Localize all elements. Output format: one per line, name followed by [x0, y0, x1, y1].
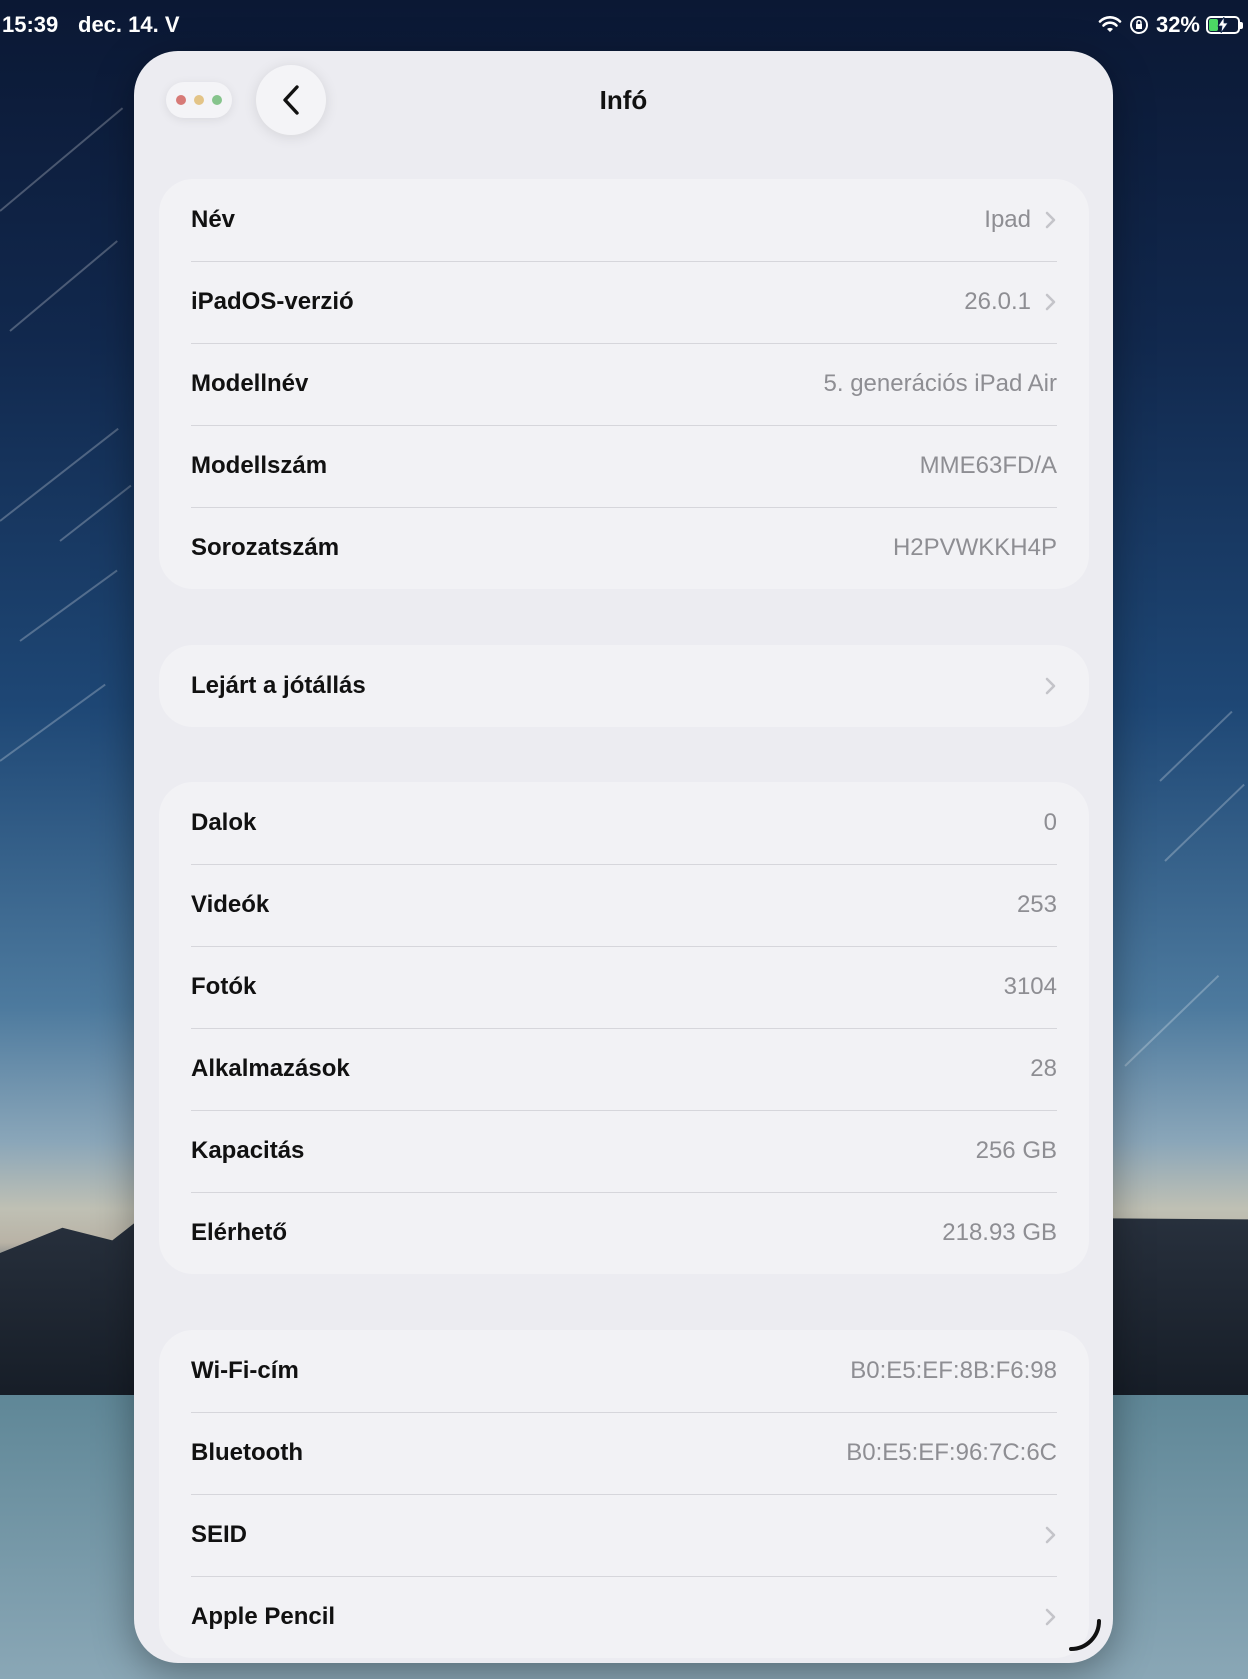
orientation-lock-icon — [1129, 16, 1148, 34]
row-label: Modellszám — [191, 452, 328, 479]
chevron-right-icon — [1045, 211, 1056, 229]
settings-row[interactable]: Kapacitás 256 GB — [159, 1110, 1089, 1192]
row-value: H2PVWKKH4P — [892, 534, 1057, 561]
row-value: B0:E5:EF:96:7C:6C — [846, 1439, 1057, 1466]
row-value: 3104 — [1003, 973, 1057, 1000]
row-label: SEID — [191, 1521, 248, 1548]
settings-row[interactable]: Fotók 3104 — [159, 946, 1089, 1028]
chevron-right-icon — [1045, 677, 1056, 695]
settings-row[interactable]: Bluetooth B0:E5:EF:96:7C:6C — [159, 1412, 1089, 1494]
status-bar: 15:39 dec. 14. V 32% — [0, 0, 1248, 50]
row-value-wrap: 253 — [1017, 891, 1057, 919]
row-value-wrap: 5. generációs iPad Air — [824, 370, 1057, 398]
settings-group: Wi-Fi-cím B0:E5:EF:8B:F6:98 Bluetooth B0:E5… — [159, 1330, 1089, 1658]
row-label: Sorozatszám — [191, 534, 340, 561]
status-time: 15:39 — [2, 12, 59, 37]
wifi-icon — [1098, 16, 1122, 32]
chevron-right-icon — [1045, 1526, 1056, 1544]
row-value: B0:E5:EF:8B:F6:98 — [850, 1357, 1057, 1384]
row-value: 218.93 GB — [942, 1219, 1057, 1246]
row-value-wrap: 3104 — [1004, 973, 1057, 1001]
row-label: Kapacitás — [191, 1137, 305, 1164]
settings-row[interactable]: Lejárt a jótállás — [159, 645, 1089, 727]
row-label: Alkalmazások — [191, 1055, 350, 1082]
settings-row[interactable]: Modellnév 5. generációs iPad Air — [159, 343, 1089, 425]
row-label: Elérhető — [191, 1219, 288, 1246]
settings-row[interactable]: Apple Pencil — [159, 1576, 1089, 1658]
row-value-wrap: 0 — [1044, 809, 1057, 837]
row-label: Bluetooth — [191, 1439, 303, 1466]
row-value-wrap — [1045, 1526, 1057, 1544]
row-value-wrap — [1045, 1608, 1057, 1626]
row-value-wrap — [1045, 677, 1057, 695]
row-label: Videók — [191, 891, 270, 918]
row-value: 28 — [1030, 1055, 1057, 1082]
settings-row[interactable]: Sorozatszám H2PVWKKH4P — [159, 507, 1089, 589]
row-value-wrap: B0:E5:EF:8B:F6:98 — [850, 1357, 1057, 1385]
row-value: Ipad — [984, 206, 1031, 233]
settings-row[interactable]: Videók 253 — [159, 864, 1089, 946]
row-value: 5. generációs iPad Air — [823, 370, 1057, 397]
row-value-wrap: 218.93 GB — [942, 1219, 1057, 1247]
settings-row[interactable]: Alkalmazások 28 — [159, 1028, 1089, 1110]
row-value: 253 — [1016, 891, 1057, 918]
row-value-wrap: 256 GB — [976, 1137, 1057, 1165]
battery-charging-icon — [1206, 16, 1243, 34]
row-label: Dalok — [191, 809, 257, 836]
row-value: MME63FD/A — [919, 452, 1057, 479]
row-label: Lejárt a jótállás — [191, 672, 366, 699]
settings-group: Név Ipad iPadOS-verzió 26.0.1 Modellnév 5. ge… — [159, 179, 1089, 589]
row-label: Wi-Fi-cím — [191, 1357, 299, 1384]
resize-handle-icon[interactable] — [1067, 1617, 1103, 1653]
row-label: Fotók — [191, 973, 257, 1000]
row-value-wrap: 28 — [1030, 1055, 1057, 1083]
row-value: 26.0.1 — [964, 288, 1031, 315]
settings-row[interactable]: SEID — [159, 1494, 1089, 1576]
settings-row[interactable]: Név Ipad — [159, 179, 1089, 261]
chevron-right-icon — [1045, 293, 1056, 311]
settings-row[interactable]: Elérhető 218.93 GB — [159, 1192, 1089, 1274]
chevron-right-icon — [1045, 1608, 1056, 1626]
row-label: iPadOS-verzió — [191, 288, 354, 315]
settings-window: Infó Név Ipad iPadOS-verzió 26.0.1 Modellnév… — [134, 51, 1113, 1663]
row-label: Apple Pencil — [191, 1603, 336, 1630]
page-title: Infó — [599, 85, 648, 115]
settings-row[interactable]: Modellszám MME63FD/A — [159, 425, 1089, 507]
row-value-wrap: B0:E5:EF:96:7C:6C — [846, 1439, 1057, 1467]
settings-group: Lejárt a jótállás — [159, 645, 1089, 727]
row-value: 256 GB — [975, 1137, 1057, 1164]
row-label: Modellnév — [191, 370, 309, 397]
row-value-wrap: H2PVWKKH4P — [893, 534, 1057, 562]
settings-row[interactable]: Dalok 0 — [159, 782, 1089, 864]
settings-row[interactable]: iPadOS-verzió 26.0.1 — [159, 261, 1089, 343]
battery-percent: 32% — [1155, 12, 1200, 37]
row-value-wrap: MME63FD/A — [920, 452, 1057, 480]
row-value-wrap: 26.0.1 — [964, 288, 1057, 316]
row-value: 0 — [1043, 809, 1057, 836]
settings-row[interactable]: Wi-Fi-cím B0:E5:EF:8B:F6:98 — [159, 1330, 1089, 1412]
settings-group: Dalok 0 Videók 253 Fotók 3104 Alkalmazások 28 Ka… — [159, 782, 1089, 1274]
row-value-wrap: Ipad — [984, 206, 1057, 234]
status-date: dec. 14. V — [78, 12, 180, 37]
row-label: Név — [191, 206, 236, 233]
